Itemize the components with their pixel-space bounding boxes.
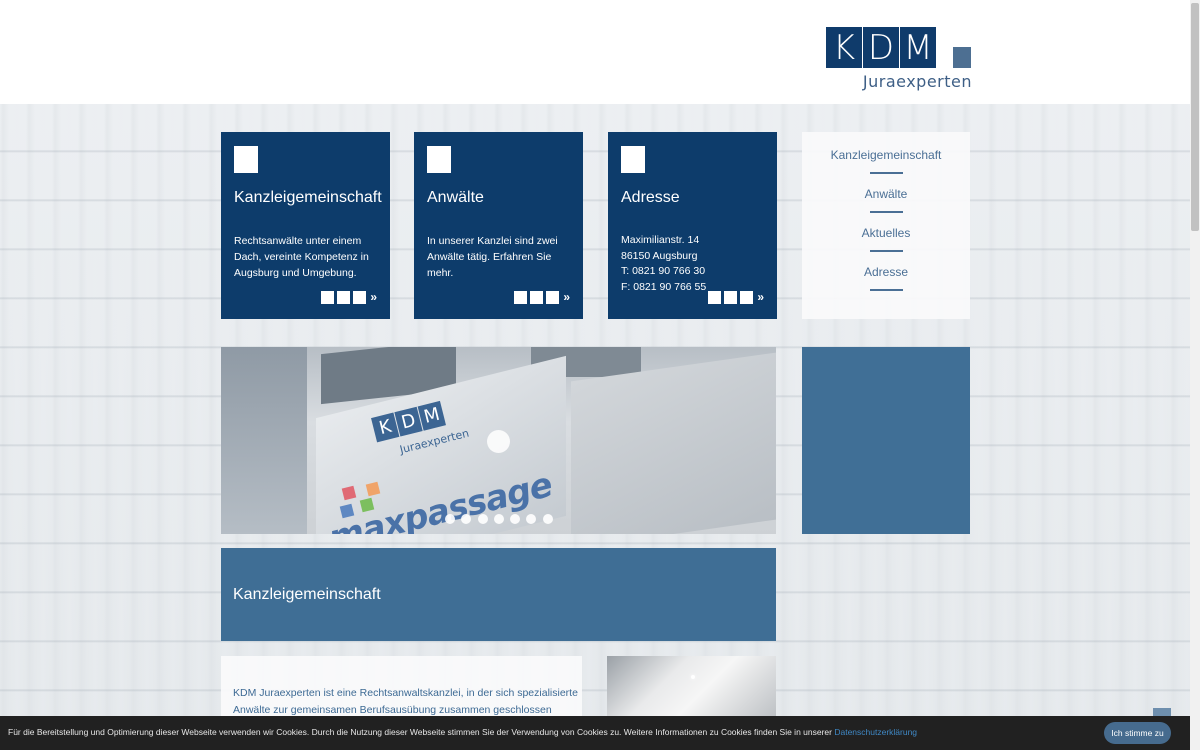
logo-letters: K D M	[826, 27, 937, 68]
more-square-icon	[546, 290, 560, 304]
nav-divider	[870, 250, 903, 252]
nav-divider	[870, 211, 903, 213]
more-square-icon	[708, 290, 722, 304]
tile-adresse[interactable]: Adresse Maximilianstr. 14 86150 Augsburg…	[608, 132, 777, 319]
tile-text: In unserer Kanzlei sind zwei Anwälte tät…	[427, 235, 558, 279]
tile-icon	[234, 146, 258, 173]
kdm-logo[interactable]: K D M Juraexperten	[826, 27, 972, 93]
address-city: 86150 Augsburg	[621, 249, 698, 262]
logo-square	[953, 47, 971, 68]
cookie-message: Für die Bereitstellung und Optimierung d…	[8, 727, 835, 737]
logo-subtitle: Juraexperten	[862, 72, 972, 91]
tile-text: Rechtsanwälte unter einem Dach, vereinte…	[234, 235, 369, 279]
nav-divider	[870, 172, 903, 174]
more-link[interactable]: »	[514, 290, 570, 304]
slider-dot[interactable]	[526, 514, 537, 524]
slider-building-right	[571, 352, 776, 534]
logo-letter-k: K	[826, 27, 862, 68]
side-color-box	[802, 347, 970, 534]
slider-dot[interactable]	[493, 514, 504, 524]
tile-title: Adresse	[621, 189, 680, 206]
more-square-icon	[337, 290, 351, 304]
nav-item-kanzleigemeinschaft[interactable]: Kanzleigemeinschaft	[802, 148, 970, 162]
side-navigation: Kanzleigemeinschaft Anwälte Aktuelles Ad…	[802, 132, 970, 319]
slider-dot[interactable]	[461, 514, 472, 524]
more-square-icon	[353, 290, 367, 304]
tile-anwaelte[interactable]: Anwälte In unserer Kanzlei sind zwei Anw…	[414, 132, 583, 319]
slider-pagination	[445, 514, 559, 524]
more-square-icon	[724, 290, 738, 304]
tile-title: Anwälte	[427, 189, 484, 206]
accept-cookies-button[interactable]: Ich stimme zu	[1104, 722, 1171, 744]
double-arrow-icon: »	[370, 290, 377, 304]
logo-letter-m: M	[900, 27, 936, 68]
ceiling-light	[691, 675, 695, 679]
tile-icon	[621, 146, 645, 173]
cookie-banner: Für die Bereitstellung und Optimierung d…	[0, 716, 1190, 750]
section-title: Kanzleigemeinschaft	[233, 586, 381, 603]
slider-dot[interactable]	[445, 514, 455, 524]
nav-item-adresse[interactable]: Adresse	[802, 265, 970, 279]
nav-divider	[870, 289, 903, 291]
nav-item-anwaelte[interactable]: Anwälte	[802, 187, 970, 201]
more-link[interactable]: »	[708, 290, 764, 304]
slider-dot[interactable]	[510, 514, 521, 524]
site-header: K D M Juraexperten	[0, 0, 1190, 104]
slider-dot[interactable]	[542, 514, 553, 524]
tile-kanzleigemeinschaft[interactable]: Kanzleigemeinschaft Rechtsanwälte unter …	[221, 132, 390, 319]
slider-dot[interactable]	[477, 514, 488, 524]
double-arrow-icon: »	[757, 290, 764, 304]
more-square-icon	[740, 290, 754, 304]
cookie-text: Für die Bereitstellung und Optimierung d…	[8, 727, 917, 737]
address-block: Maximilianstr. 14 86150 Augsburg T: 0821…	[621, 233, 771, 295]
more-link[interactable]: »	[321, 290, 377, 304]
section-header: Kanzleigemeinschaft	[221, 548, 776, 641]
logo-letter-d: D	[863, 27, 899, 68]
scrollbar[interactable]	[1190, 0, 1200, 750]
slider-building-left	[221, 347, 307, 534]
more-square-icon	[514, 290, 528, 304]
double-arrow-icon: »	[563, 290, 570, 304]
tile-icon	[427, 146, 451, 173]
scrollbar-thumb[interactable]	[1191, 3, 1199, 231]
address-street: Maximilianstr. 14	[621, 234, 700, 246]
privacy-link[interactable]: Datenschutzerklärung	[834, 727, 917, 737]
address-phone: T: 0821 90 766 30	[621, 265, 706, 277]
more-square-icon	[321, 290, 335, 304]
nav-item-aktuelles[interactable]: Aktuelles	[802, 226, 970, 240]
tile-title: Kanzleigemeinschaft	[234, 189, 382, 206]
image-slider[interactable]: K D M Juraexperten maxpassage	[221, 347, 776, 534]
slider-play-circle[interactable]	[487, 430, 510, 453]
more-square-icon	[530, 290, 544, 304]
